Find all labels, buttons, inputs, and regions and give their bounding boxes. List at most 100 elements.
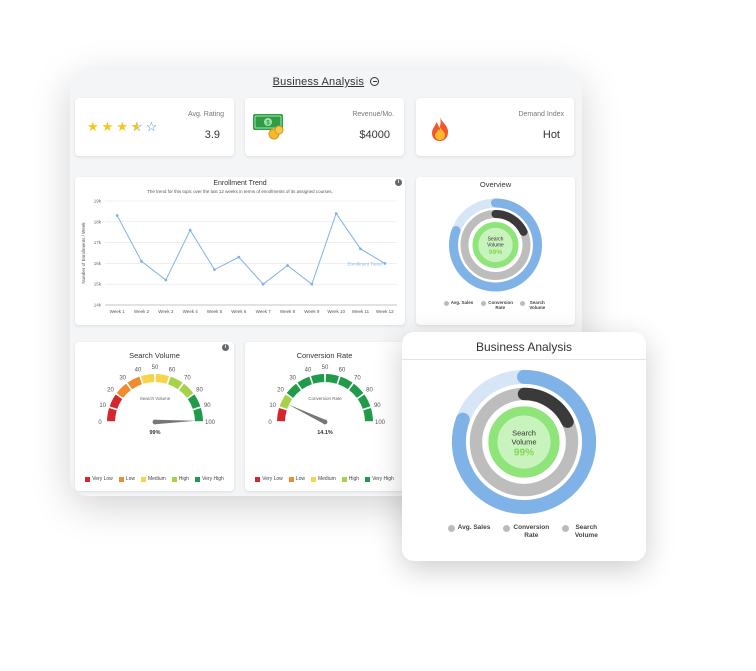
fire-icon [432, 117, 448, 141]
x-tick-label: Week 1 [110, 309, 126, 314]
rating-stars: ★★★☆☆ [87, 120, 160, 133]
gauge-tick-label: 70 [184, 376, 191, 382]
x-tick-label: Week 10 [327, 309, 345, 314]
data-point[interactable] [115, 214, 119, 217]
legend-search-volume[interactable]: Search Volume [520, 300, 547, 311]
revenue-label: Revenue/Mo. [352, 111, 394, 118]
avg-rating-card: ★★★☆☆ Avg. Rating 3.9 [75, 98, 234, 156]
x-tick-label: Week 2 [134, 309, 150, 314]
gauge-tick-label: 30 [119, 376, 126, 382]
gauge-tick-label: 100 [375, 420, 386, 426]
legend-label: Avg. Sales [457, 524, 491, 531]
legend-label: Conversion Rate [488, 300, 514, 311]
gauge-tick-label: 0 [98, 420, 102, 426]
gauge-segment [357, 394, 371, 410]
x-tick-label: Week 8 [280, 309, 296, 314]
gauge-segment [337, 376, 353, 390]
info-icon[interactable]: i [222, 344, 229, 351]
gauge-segment [187, 394, 201, 410]
legend-swatch [310, 476, 316, 482]
x-tick-label: Week 12 [376, 309, 394, 314]
gauge-segment [363, 408, 373, 422]
gauge-segment [141, 374, 155, 384]
data-point[interactable] [237, 255, 241, 259]
data-point[interactable] [261, 282, 265, 286]
money-icon: $ [253, 114, 284, 140]
x-tick-label: Week 9 [304, 309, 320, 314]
search-gauge-title: Search Volume [129, 351, 180, 360]
legend-conversion-rate[interactable]: Conversion Rate [503, 524, 549, 540]
legend-medium: Medium [310, 476, 336, 482]
data-point[interactable] [359, 247, 362, 251]
divider [402, 359, 646, 360]
gauge-tick-label: 100 [205, 420, 216, 426]
legend-label: Very High [202, 476, 224, 482]
legend-swatch [195, 476, 201, 482]
gauge-tick-label: 0 [268, 420, 272, 426]
demand-value: Hot [542, 129, 560, 141]
y-tick-label: 18k [94, 219, 102, 224]
legend-dot [443, 300, 449, 306]
data-point[interactable] [213, 268, 216, 272]
panel-title[interactable]: Business Analysis [70, 76, 582, 88]
legend-avg-sales[interactable]: Avg. Sales [447, 524, 491, 540]
overview-card: Overview Search Volume 99% Avg. Sales Conv… [416, 177, 575, 325]
y-tick-label: 14k [94, 303, 102, 308]
center-value: 99% [489, 249, 503, 256]
gauge-segment [277, 408, 287, 422]
avg-rating-value: 3.9 [204, 129, 220, 141]
x-tick-label: Week 7 [256, 309, 272, 314]
data-point[interactable] [334, 212, 338, 215]
legend-swatch [255, 476, 261, 482]
gauge-inner-label: Conversion Rate [308, 396, 342, 401]
legend-high: High [171, 476, 189, 482]
legend-conversion-rate[interactable]: Conversion Rate [481, 300, 514, 311]
panel-title-text[interactable]: Business Analysis [273, 76, 364, 88]
overview-legend: Avg. Sales Conversion Rate Search Volume [416, 300, 575, 311]
gauge-segment [155, 374, 169, 384]
data-point[interactable] [310, 282, 314, 286]
legend-search-volume[interactable]: Search Volume [562, 524, 600, 540]
demand-index-card: Demand Index Hot [416, 98, 574, 156]
x-tick-label: Week 6 [231, 309, 247, 314]
legend-dot [481, 300, 487, 306]
gauge-tick-label: 80 [366, 388, 373, 394]
popup-title: Business Analysis [475, 340, 573, 354]
legend-avg-sales[interactable]: Avg. Sales [443, 300, 473, 311]
legend-low: Low [118, 476, 135, 482]
conversion-rate-card: Conversion Rate 0 10 20 30 40 50 60 70 80 90 100 Co… [245, 342, 404, 491]
collapse-icon[interactable] [370, 77, 380, 86]
gauge-segment [107, 408, 117, 422]
gauge-segment [297, 376, 313, 390]
enrollment-trend-card: Enrollment Trend The trend for this topi… [75, 177, 405, 325]
x-tick-label: Week 4 [183, 309, 199, 314]
data-point[interactable] [286, 264, 289, 267]
data-point[interactable] [164, 278, 168, 282]
gauge-segment [179, 383, 194, 398]
y-tick-label: 16k [94, 261, 102, 266]
center-label: Volume [487, 243, 504, 249]
data-point[interactable] [140, 259, 143, 263]
gauge-tick-label: 50 [322, 365, 329, 371]
legend-swatch [140, 476, 146, 482]
legend-very-low: Very Low [85, 476, 113, 482]
gauge-legend: Very Low Low Medium High Very High [75, 476, 234, 482]
data-point[interactable] [188, 228, 192, 232]
legend-swatch [365, 476, 371, 482]
legend-very-low: Very Low [255, 476, 283, 482]
star-half-icon: ☆ [131, 120, 146, 133]
y-tick-label: 19k [94, 199, 102, 204]
gauge-segment [286, 383, 301, 398]
gauge-tick-label: 60 [169, 368, 176, 374]
legend-low: Low [288, 476, 305, 482]
data-point[interactable] [383, 262, 387, 265]
series-label: Enrollment Trend [348, 261, 383, 266]
gauge-value: 99% [149, 430, 160, 436]
gauge-segment [279, 394, 293, 410]
center-label: Search [512, 428, 536, 437]
gauge-segment [193, 408, 203, 422]
legend-label: Very High [372, 476, 394, 482]
gauge-segment [325, 374, 339, 384]
gauge-tick-label: 20 [107, 388, 114, 394]
legend-label: Medium [147, 476, 166, 482]
